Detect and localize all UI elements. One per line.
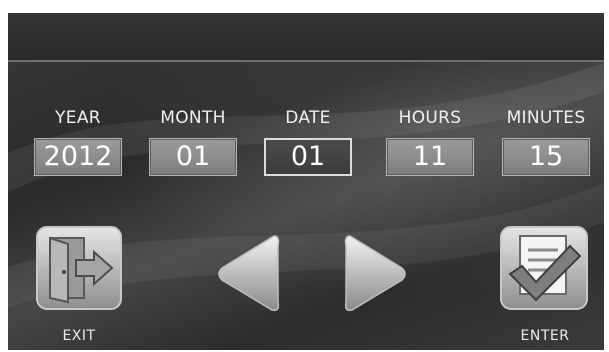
- exit-label: EXIT: [62, 328, 96, 344]
- exit-button[interactable]: [36, 226, 122, 310]
- hours-value-box[interactable]: 11: [386, 138, 474, 176]
- checkmark-document-icon: [500, 226, 588, 310]
- next-button[interactable]: [344, 232, 410, 316]
- hours-field: HOURS 11: [378, 108, 482, 176]
- month-label: MONTH: [160, 108, 226, 128]
- header-bar: [8, 13, 604, 62]
- year-value-box[interactable]: 2012: [34, 138, 122, 176]
- right-arrow-icon: [344, 235, 406, 312]
- month-field: MONTH 01: [141, 108, 245, 176]
- minutes-value-box[interactable]: 15: [502, 138, 590, 176]
- minutes-label: MINUTES: [506, 108, 586, 128]
- exit-door-icon: [36, 226, 122, 310]
- year-label: YEAR: [55, 108, 101, 128]
- date-field: DATE 01: [256, 108, 360, 176]
- year-field: YEAR 2012: [26, 108, 130, 176]
- left-arrow-icon: [218, 235, 280, 312]
- minutes-field: MINUTES 15: [494, 108, 598, 176]
- date-label: DATE: [285, 108, 331, 128]
- enter-label: ENTER: [520, 328, 570, 344]
- enter-button[interactable]: [500, 226, 588, 310]
- date-value-box[interactable]: 01: [264, 138, 352, 176]
- hours-label: HOURS: [398, 108, 462, 128]
- settings-screen: YEAR 2012 MONTH 01 DATE 01 HOURS 11 MINU…: [8, 13, 604, 350]
- previous-button[interactable]: [214, 232, 280, 316]
- month-value-box[interactable]: 01: [149, 138, 237, 176]
